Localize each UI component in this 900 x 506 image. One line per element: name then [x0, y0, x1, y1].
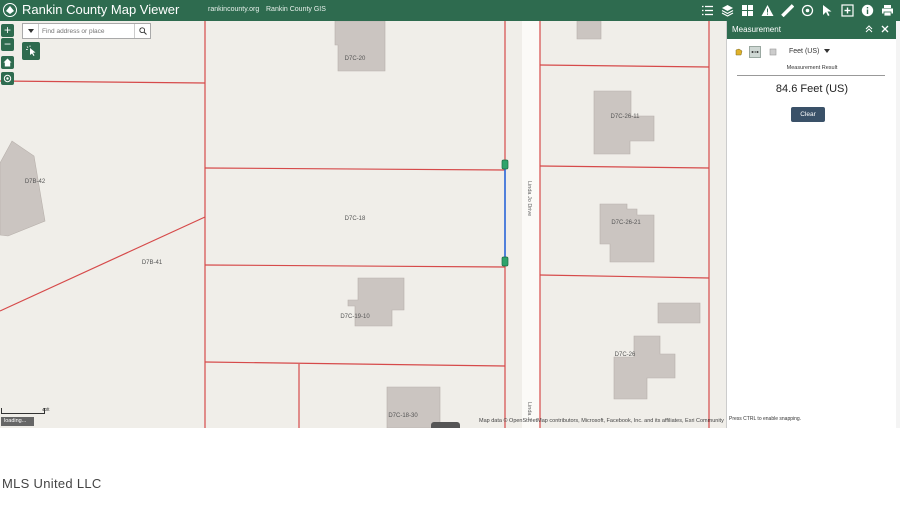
scale-label: 40ft [42, 407, 50, 412]
measure-area-button[interactable] [733, 46, 745, 58]
info-icon[interactable] [859, 2, 876, 19]
building-d7c-26-11 [593, 90, 655, 155]
draw-icon[interactable] [799, 2, 816, 19]
area-icon [735, 48, 743, 56]
building-top-right [576, 21, 602, 40]
listing-brand: MLS United LLC [2, 476, 102, 491]
building-shed [657, 302, 701, 324]
snapping-tip: Press CTRL to enable snapping. [729, 416, 802, 422]
clear-button[interactable]: Clear [791, 107, 825, 122]
parcel-label: D7C-18-30 [388, 413, 418, 419]
search-widget [22, 23, 151, 39]
collapse-panel-icon[interactable] [864, 25, 874, 35]
locate-icon [3, 74, 12, 83]
search-input[interactable] [42, 26, 134, 36]
parcel-label: D7C-26 [615, 352, 636, 358]
unit-dropdown[interactable]: Feet (US) [789, 48, 831, 55]
location-icon [769, 48, 777, 56]
measure-ruler-icon[interactable] [779, 2, 796, 19]
measure-location-button[interactable] [767, 46, 779, 58]
locate-button[interactable] [1, 72, 14, 85]
county-logo-icon [3, 3, 17, 17]
page-scrollbar[interactable] [896, 21, 900, 428]
street-label: Linda Jo Drive [526, 181, 532, 216]
building-d7c-26 [613, 335, 676, 400]
street-linda-jo-drive [522, 21, 540, 428]
parcel-label: D7B-41 [142, 260, 163, 266]
parcel-label: D7C-26-11 [611, 114, 641, 120]
measure-distance-button[interactable] [749, 46, 761, 58]
measurement-panel: Measurement Feet (US) Measurement Result… [726, 21, 897, 428]
loading-indicator: loading... [1, 417, 34, 426]
list-icon[interactable] [699, 2, 716, 19]
add-data-icon[interactable] [839, 2, 856, 19]
search-button[interactable] [134, 24, 150, 38]
map-attribution: Map data © OpenStreetMap contributors, M… [479, 418, 725, 424]
caret-down-icon [27, 29, 34, 33]
chevron-down-icon [824, 49, 831, 53]
parcel-map: D7C-20 D7B-42 D7C-18 D7B-41 D7C-19-10 D7… [0, 21, 710, 428]
app-title: Rankin County Map Viewer [22, 2, 180, 17]
unit-value: Feet (US) [789, 48, 820, 55]
building-d7b-42 [0, 140, 46, 237]
building-d7c-20 [334, 21, 386, 72]
distance-icon [751, 51, 759, 53]
search-source-dropdown[interactable] [23, 24, 39, 38]
layers-icon[interactable] [719, 2, 736, 19]
bottom-panel-toggle[interactable] [431, 422, 460, 428]
divider [737, 75, 885, 76]
map-canvas[interactable]: D7C-20 D7B-42 D7C-18 D7B-41 D7C-19-10 D7… [0, 21, 726, 428]
parcel-label: D7C-26-21 [611, 220, 641, 226]
home-icon [3, 58, 12, 67]
zoom-in-button[interactable]: + [1, 24, 14, 37]
parcel-label: D7C-20 [345, 56, 366, 62]
parcel-label: D7B-42 [25, 179, 46, 185]
zoom-out-button[interactable]: − [1, 38, 14, 51]
header-toolbar [699, 2, 896, 19]
building-d7c-26-21 [599, 203, 655, 263]
basemap-grid-icon[interactable] [739, 2, 756, 19]
parcel-label: D7C-18 [345, 216, 366, 222]
home-button[interactable] [1, 56, 14, 69]
map-viewer-app: Rankin County Map Viewer rankincounty.or… [0, 0, 900, 428]
scale-bar [1, 408, 45, 414]
parcel-label: D7C-19-10 [340, 314, 370, 320]
identify-tool-button[interactable] [22, 42, 40, 60]
identify-cursor-icon [26, 45, 36, 56]
search-icon [138, 27, 147, 35]
measurement-result-value: 84.6 Feet (US) [775, 83, 849, 95]
link-rankincounty[interactable]: rankincounty.org [208, 6, 259, 13]
close-panel-icon[interactable] [880, 25, 890, 35]
link-rankin-gis[interactable]: Rankin County GIS [266, 6, 326, 13]
print-icon[interactable] [879, 2, 896, 19]
app-header: Rankin County Map Viewer rankincounty.or… [0, 0, 900, 21]
measurement-result-label: Measurement Result [786, 65, 838, 71]
warning-icon[interactable] [759, 2, 776, 19]
select-icon[interactable] [819, 2, 836, 19]
